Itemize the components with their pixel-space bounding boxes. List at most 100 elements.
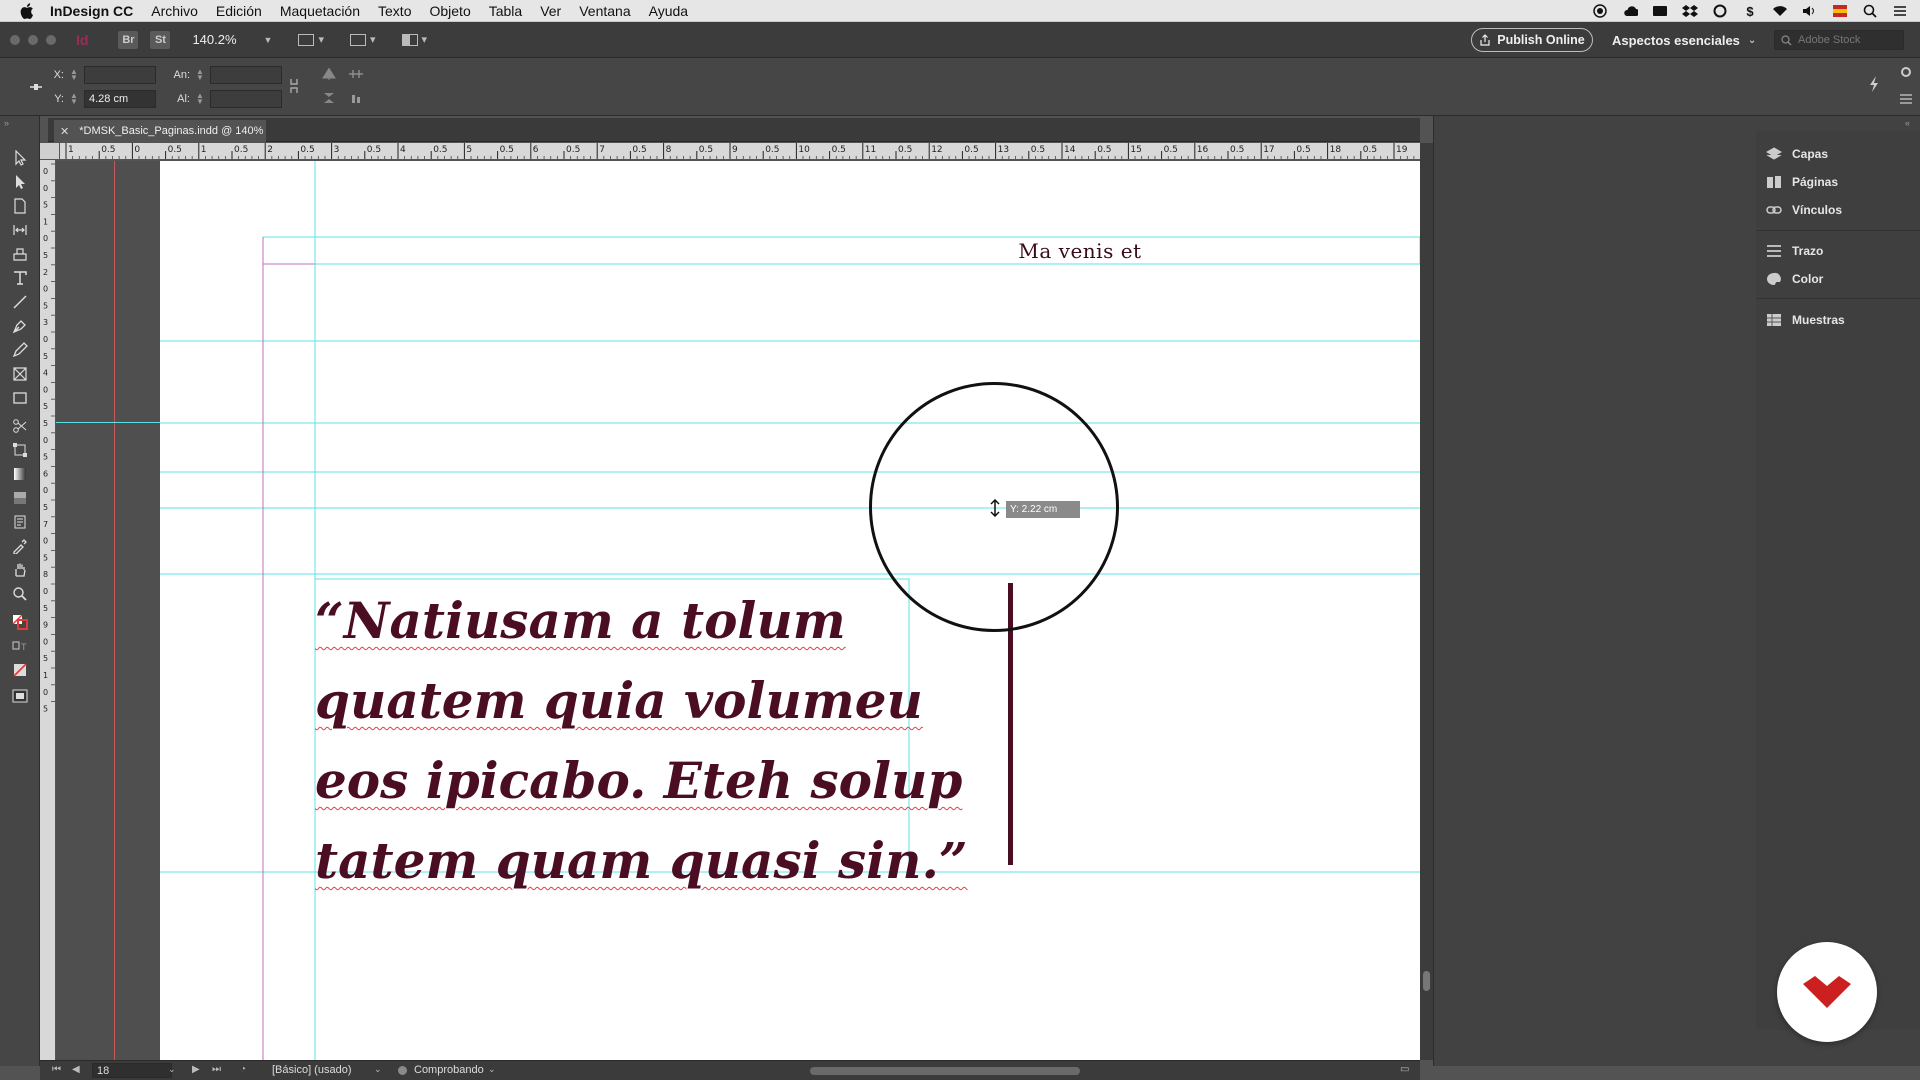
rectangle-frame-tool-icon[interactable]: [10, 364, 30, 384]
page-number-field[interactable]: 18: [92, 1063, 172, 1078]
record-icon[interactable]: [1592, 4, 1608, 18]
line-tool-icon[interactable]: [10, 292, 30, 312]
publish-online-button[interactable]: Publish Online: [1471, 28, 1593, 52]
close-tab-icon[interactable]: ✕: [60, 125, 69, 138]
fill-stroke-icon[interactable]: [10, 612, 30, 632]
zoom-level-dropdown[interactable]: 140.2% ▼: [192, 32, 272, 47]
control-menu-icon[interactable]: [1900, 94, 1912, 107]
vertical-scrollbar[interactable]: [1420, 143, 1433, 1060]
control-settings-icon[interactable]: [1900, 66, 1912, 81]
panel-item-vinculos[interactable]: Vínculos: [1766, 199, 1842, 221]
scissors-tool-icon[interactable]: [10, 416, 30, 436]
tools-collapse-icon[interactable]: »: [4, 118, 9, 128]
pencil-tool-icon[interactable]: [10, 340, 30, 360]
view-options-button[interactable]: ▾: [298, 33, 324, 46]
menu-archivo[interactable]: Archivo: [151, 3, 198, 19]
height-stepper[interactable]: ▲ ▼: [196, 92, 204, 106]
panel-item-paginas[interactable]: Páginas: [1766, 171, 1838, 193]
zoom-window-button[interactable]: [46, 34, 56, 45]
flip-vertical-icon[interactable]: [322, 92, 336, 107]
horizontal-scrollbar[interactable]: [510, 1066, 1350, 1076]
y-position-field[interactable]: Y: ▲ ▼ 4.28 cm: [50, 90, 156, 108]
flag-icon[interactable]: [1832, 4, 1848, 18]
page-tool-icon[interactable]: [10, 196, 30, 216]
vertical-ruler[interactable]: 005105205305405505605705805905105: [40, 160, 56, 1060]
menu-ventana[interactable]: Ventana: [579, 3, 630, 19]
previous-page-icon[interactable]: ◀: [72, 1064, 80, 1075]
formatting-affects-icon[interactable]: T: [10, 636, 30, 656]
constrain-proportions-icon[interactable]: [288, 78, 300, 97]
menu-ayuda[interactable]: Ayuda: [649, 3, 688, 19]
panel-item-capas[interactable]: Capas: [1766, 143, 1828, 165]
view-split-icon[interactable]: ▭: [1400, 1064, 1409, 1075]
panel-collapse-icon[interactable]: «: [1905, 118, 1910, 128]
adobe-stock-search[interactable]: Adobe Stock: [1774, 30, 1904, 50]
spotlight-icon[interactable]: [1862, 4, 1878, 18]
pasteboard[interactable]: Ma venis et “Natiusam a tolum quatem qui…: [56, 161, 1420, 1060]
reference-point-icon[interactable]: [30, 82, 42, 90]
note-tool-icon[interactable]: [10, 512, 30, 532]
stock-button[interactable]: St: [150, 30, 171, 49]
height-field[interactable]: Al: ▲ ▼: [172, 90, 282, 108]
menu-texto[interactable]: Texto: [378, 3, 411, 19]
x-position-field[interactable]: X: ▲ ▼: [50, 66, 156, 84]
apply-none-icon[interactable]: [10, 660, 30, 680]
width-stepper[interactable]: ▲ ▼: [196, 68, 204, 82]
menu-tabla[interactable]: Tabla: [489, 3, 522, 19]
gap-tool-icon[interactable]: [10, 220, 30, 240]
chevron-down-icon[interactable]: ⌄: [374, 1064, 382, 1075]
selection-tool-icon[interactable]: [10, 148, 30, 168]
menu-maquetacion[interactable]: Maquetación: [280, 3, 360, 19]
chevron-down-icon[interactable]: ⌄: [488, 1064, 496, 1075]
window-icon[interactable]: [1652, 4, 1668, 18]
bridge-button[interactable]: Br: [118, 30, 139, 49]
align-icon[interactable]: [348, 92, 364, 107]
screen-mode-button[interactable]: ▾: [349, 33, 376, 46]
free-transform-tool-icon[interactable]: [10, 440, 30, 460]
menu-objeto[interactable]: Objeto: [429, 3, 470, 19]
quick-apply-icon[interactable]: [1868, 76, 1880, 95]
panel-item-muestras[interactable]: Muestras: [1766, 309, 1845, 331]
horizontal-ruler[interactable]: 1 0.5 0 0.5 1 0.5 2 0.5 3 0.5 4 0.5 5 0.5 6 0.5 7 0.5 8 0.5…: [60, 143, 1420, 160]
volume-icon[interactable]: [1802, 4, 1818, 18]
document-page[interactable]: Ma venis et “Natiusam a tolum quatem qui…: [160, 161, 1420, 1060]
screen-mode-tool-icon[interactable]: [10, 686, 30, 706]
x-stepper[interactable]: ▲ ▼: [70, 68, 78, 82]
style-status[interactable]: [Básico] (usado): [272, 1064, 351, 1076]
apple-icon[interactable]: [16, 0, 38, 22]
preflight-status[interactable]: Comprobando: [414, 1064, 484, 1076]
menu-edicion[interactable]: Edición: [216, 3, 262, 19]
chevron-down-icon[interactable]: ⌄: [168, 1064, 176, 1075]
zoom-tool-icon[interactable]: [10, 584, 30, 604]
content-collector-icon[interactable]: [10, 244, 30, 264]
hand-tool-icon[interactable]: [10, 560, 30, 580]
width-field[interactable]: An: ▲ ▼: [172, 66, 282, 84]
pen-tool-icon[interactable]: [10, 316, 30, 336]
width-input[interactable]: [210, 66, 282, 84]
app-name-menu[interactable]: InDesign CC: [50, 3, 133, 19]
x-input[interactable]: [84, 66, 156, 84]
panel-item-color[interactable]: Color: [1766, 268, 1823, 290]
gradient-swatch-tool-icon[interactable]: [10, 464, 30, 484]
height-input[interactable]: [210, 90, 282, 108]
creative-cloud-icon[interactable]: [1622, 4, 1638, 18]
vertical-scrollbar-thumb[interactable]: [1423, 971, 1430, 991]
menu-ver[interactable]: Ver: [540, 3, 561, 19]
dropbox-icon[interactable]: [1682, 4, 1698, 18]
rectangle-tool-icon[interactable]: [10, 388, 30, 408]
horizontal-scrollbar-thumb[interactable]: [810, 1067, 1080, 1075]
y-input[interactable]: 4.28 cm: [84, 90, 156, 108]
panel-item-trazo[interactable]: Trazo: [1766, 240, 1823, 262]
notification-center-icon[interactable]: [1892, 4, 1908, 18]
last-page-icon[interactable]: ⏭: [212, 1064, 221, 1075]
pull-quote[interactable]: “Natiusam a tolum quatem quia volumeu eo…: [315, 581, 968, 901]
eyedropper-tool-icon[interactable]: [10, 536, 30, 556]
first-page-icon[interactable]: ⏮: [52, 1064, 61, 1075]
arrange-documents-button[interactable]: ▾: [401, 33, 427, 46]
close-window-button[interactable]: [10, 34, 20, 45]
wifi-icon[interactable]: [1772, 4, 1788, 18]
direct-selection-tool-icon[interactable]: [10, 172, 30, 192]
header-text[interactable]: Ma venis et: [950, 239, 1210, 263]
gradient-feather-tool-icon[interactable]: [10, 488, 30, 508]
dollar-icon[interactable]: $: [1742, 4, 1758, 19]
